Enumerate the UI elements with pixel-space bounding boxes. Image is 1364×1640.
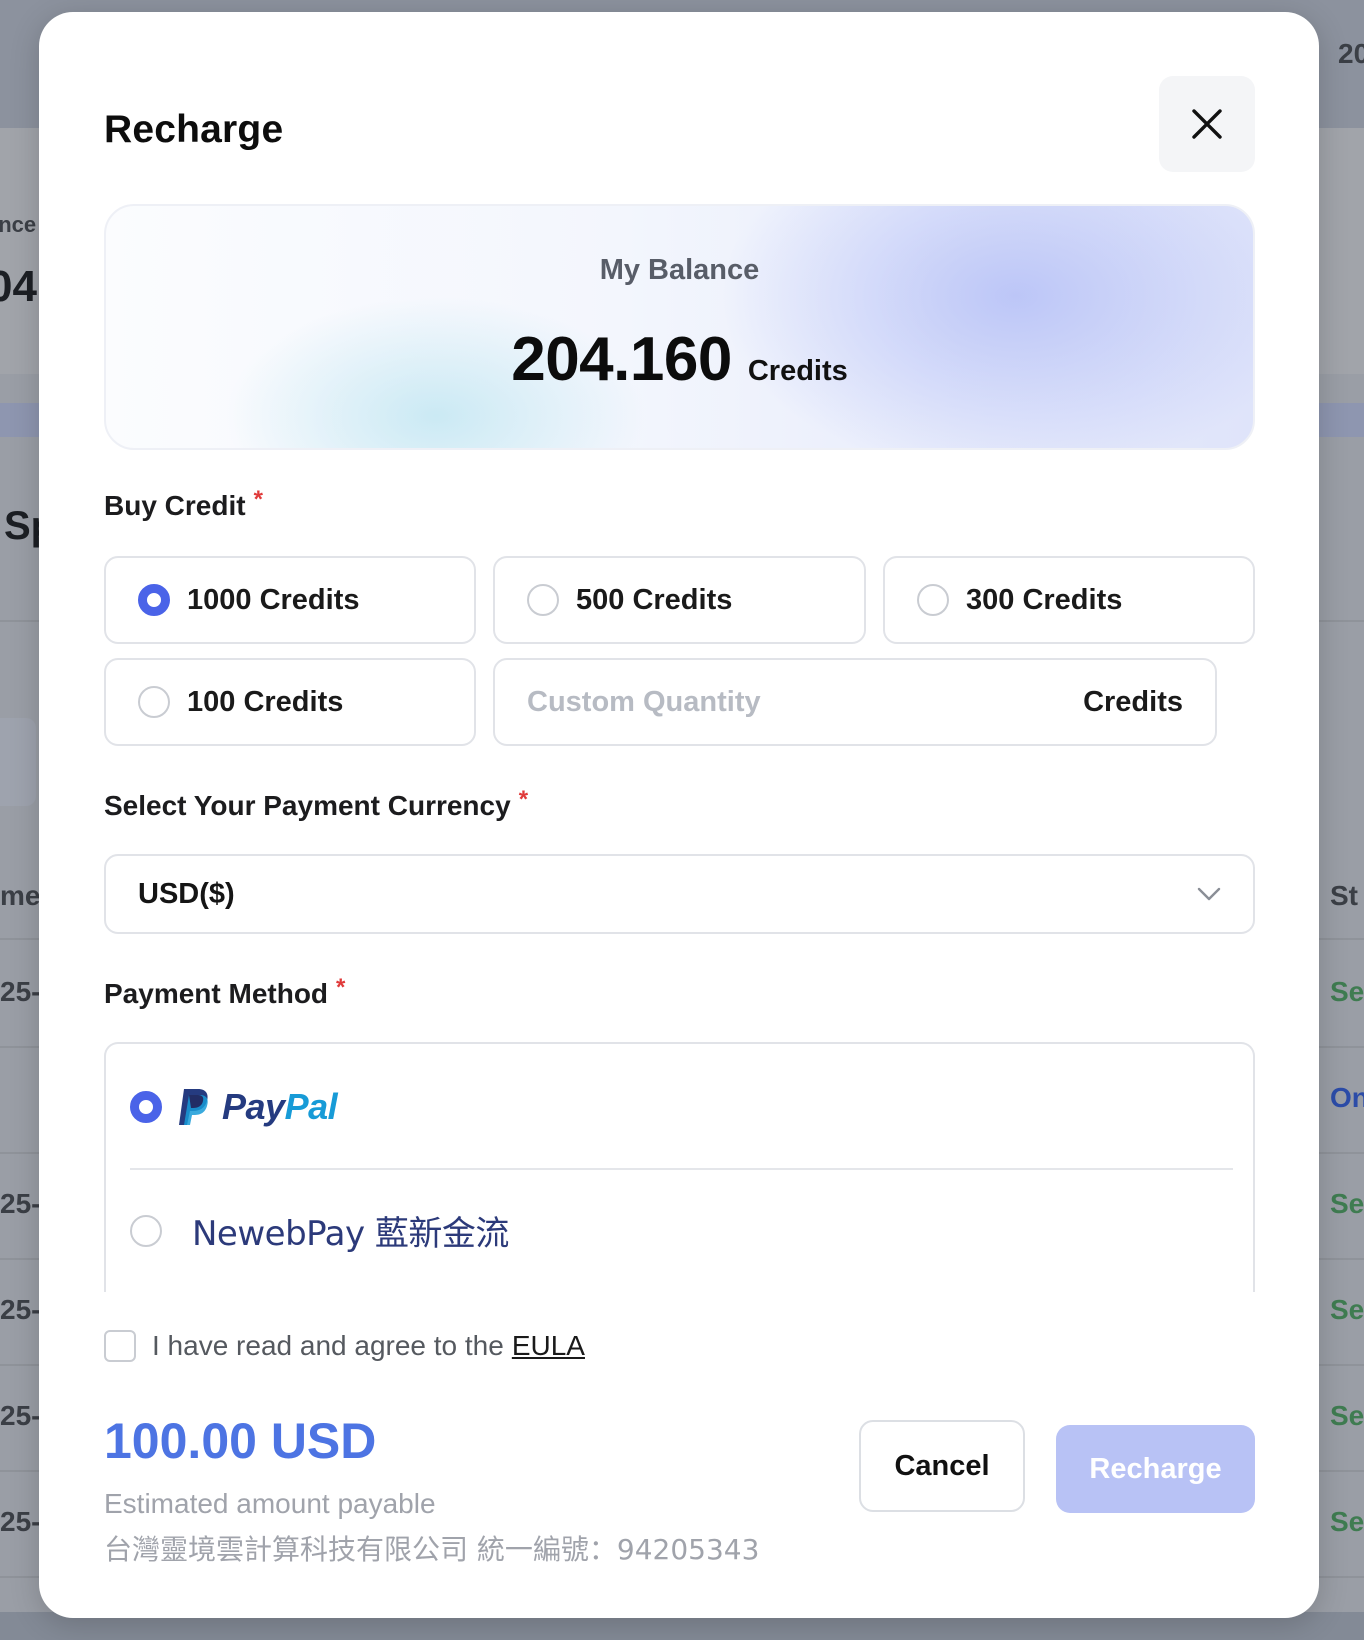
background-top-right-text: 20 (1338, 38, 1364, 69)
cancel-button[interactable]: Cancel (859, 1420, 1025, 1512)
close-icon (1191, 108, 1223, 140)
radio-button[interactable] (917, 584, 949, 616)
background-row-status: Se (1330, 1188, 1364, 1219)
background-row-date: 25- (0, 1294, 41, 1325)
currency-label-text: Select Your Payment Currency (104, 790, 511, 821)
background-row-status: Se (1330, 1506, 1364, 1537)
payment-method-list: PayPal NewebPay 藍新金流 (104, 1042, 1255, 1292)
recharge-dialog: Recharge My Balance 204.160 Credits Buy … (39, 12, 1319, 1618)
eula-link[interactable]: EULA (512, 1330, 585, 1362)
custom-quantity-input[interactable] (527, 685, 1084, 719)
currency-label: Select Your Payment Currency * (104, 786, 528, 822)
credit-option-label: 300 Credits (966, 583, 1123, 616)
eula-checkbox[interactable] (104, 1330, 136, 1362)
divider (130, 1168, 1233, 1170)
background-balance-value: 04 (0, 262, 37, 311)
background-row-status: On (1330, 1082, 1364, 1113)
company-info: 台灣靈境雲計算科技有限公司 統一編號：94205343 (104, 1533, 760, 1566)
paypal-wordmark: PayPal (222, 1086, 338, 1127)
total-amount: 100.00 USD (104, 1413, 377, 1469)
balance-row: 204.160 Credits (106, 324, 1253, 395)
recharge-button[interactable]: Recharge (1056, 1425, 1255, 1513)
eula-agreement: I have read and agree to the EULA (104, 1330, 585, 1362)
credit-option-label: 500 Credits (576, 583, 733, 616)
balance-unit: Credits (747, 355, 848, 387)
paypal-logo: PayPal (178, 1086, 338, 1128)
dialog-title: Recharge (104, 108, 284, 151)
payment-method-label: Payment Method * (104, 974, 345, 1010)
paypal-icon (179, 1089, 208, 1125)
background-row-status: Se (1330, 976, 1364, 1007)
radio-button[interactable] (138, 584, 170, 616)
eula-text: I have read and agree to the (152, 1330, 504, 1361)
buy-credit-label: Buy Credit * (104, 486, 263, 522)
background-column-header-right: St (1330, 880, 1358, 911)
payment-option-paypal[interactable]: PayPal (130, 1086, 338, 1128)
credit-option-500[interactable]: 500 Credits (493, 556, 866, 644)
newebpay-logo: NewebPay 藍新金流 (192, 1214, 509, 1254)
radio-button[interactable] (130, 1214, 162, 1247)
balance-label: My Balance (599, 254, 760, 286)
custom-quantity-field[interactable]: Credits (493, 658, 1217, 746)
credit-option-label: 100 Credits (187, 685, 344, 718)
required-mark: * (518, 786, 529, 813)
credit-option-300[interactable]: 300 Credits (883, 556, 1255, 644)
buy-credit-label-text: Buy Credit (104, 490, 246, 521)
chevron-down-icon (1197, 887, 1221, 901)
payment-method-label-text: Payment Method (104, 978, 329, 1009)
background-row-date: 25- (0, 976, 41, 1007)
currency-select-value: USD($) (138, 877, 235, 910)
background-row-status: Se (1330, 1294, 1364, 1325)
amount-note: Estimated amount payable (104, 1488, 436, 1519)
custom-quantity-unit: Credits (1083, 685, 1183, 718)
radio-button[interactable] (130, 1091, 162, 1123)
credit-option-1000[interactable]: 1000 Credits (104, 556, 476, 644)
balance-amount: 204.160 (511, 325, 732, 394)
close-button[interactable] (1159, 76, 1255, 172)
background-side-tab (0, 718, 36, 806)
background-column-header-left: me (0, 880, 41, 911)
credit-option-100[interactable]: 100 Credits (104, 658, 476, 746)
radio-button[interactable] (527, 584, 559, 616)
background-row-status: Se (1330, 1400, 1364, 1431)
radio-button[interactable] (138, 686, 170, 718)
background-balance-label: ance (0, 212, 37, 237)
balance-card: My Balance 204.160 Credits (104, 204, 1255, 450)
currency-select[interactable]: USD($) (104, 854, 1255, 934)
credit-option-label: 1000 Credits (187, 583, 360, 616)
background-row-date: 25- (0, 1506, 41, 1537)
background-row-date: 25- (0, 1400, 41, 1431)
background-row-date: 25- (0, 1188, 41, 1219)
required-mark: * (253, 486, 263, 513)
payment-option-newebpay[interactable]: NewebPay 藍新金流 (130, 1206, 509, 1255)
required-mark: * (336, 974, 346, 1001)
